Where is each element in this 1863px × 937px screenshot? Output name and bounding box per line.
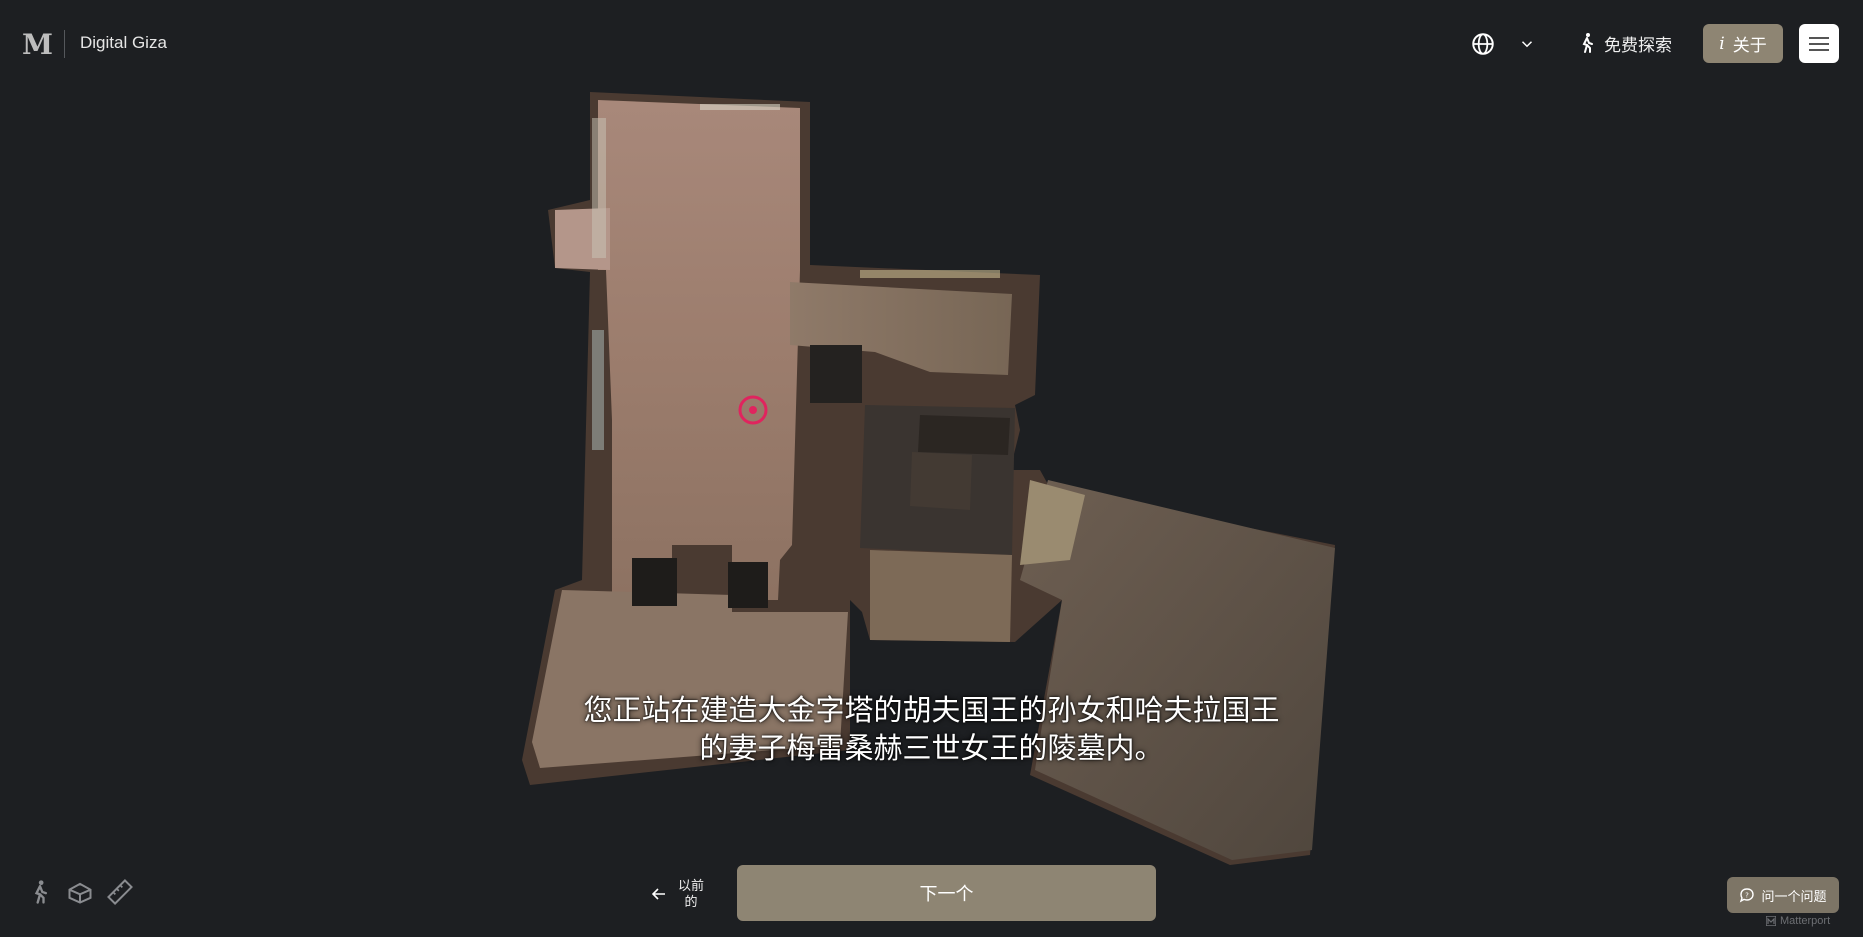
about-label: 关于: [1732, 36, 1767, 55]
ruler-icon[interactable]: [106, 878, 134, 906]
previous-label-line-2: 的: [684, 894, 698, 909]
about-button[interactable]: i 关于: [1703, 24, 1783, 63]
chevron-down-icon[interactable]: [1518, 35, 1536, 53]
site-name[interactable]: Digital Giza: [80, 33, 167, 53]
logo-mark[interactable]: M: [22, 28, 53, 61]
dollhouse-icon[interactable]: [66, 878, 94, 906]
previous-label: 以前 的: [674, 878, 708, 910]
svg-text:?: ?: [1746, 892, 1750, 900]
walking-person-icon[interactable]: [26, 878, 54, 906]
chat-bubble-icon: ?: [1740, 888, 1755, 903]
previous-label-line-1: 以前: [677, 878, 704, 893]
ask-question-label: 问一个问题: [1761, 888, 1827, 904]
caption-line-1: 您正站在建造大金字塔的胡夫国王的孙女和哈夫拉国王: [583, 695, 1280, 727]
globe-icon[interactable]: [1470, 31, 1496, 57]
logo-divider: [64, 30, 65, 58]
walking-person-icon: [1582, 33, 1593, 53]
arrow-left-icon: [652, 888, 665, 900]
hamburger-icon: [1809, 36, 1829, 51]
free-explore-button[interactable]: 免费探索: [1578, 28, 1672, 58]
3d-model-view[interactable]: [0, 0, 1863, 937]
next-label: 下一个: [919, 884, 974, 904]
free-explore-label: 免费探索: [1604, 35, 1672, 55]
menu-button[interactable]: [1799, 24, 1839, 63]
info-icon: i: [1719, 33, 1725, 54]
caption-line-2: 的妻子梅雷桑赫三世女王的陵墓内。: [699, 733, 1164, 765]
tour-caption: 您正站在建造大金字塔的胡夫国王的孙女和哈夫拉国王 的妻子梅雷桑赫三世女王的陵墓内…: [0, 692, 1863, 768]
ask-question-button[interactable]: ? 问一个问题: [1727, 877, 1839, 913]
next-button[interactable]: 下一个: [737, 865, 1156, 921]
matterport-brand[interactable]: Matterport: [1766, 915, 1830, 927]
matterport-label: Matterport: [1780, 915, 1831, 927]
previous-button[interactable]: 以前 的: [652, 876, 712, 912]
matterport-logo-icon: [1766, 916, 1776, 926]
